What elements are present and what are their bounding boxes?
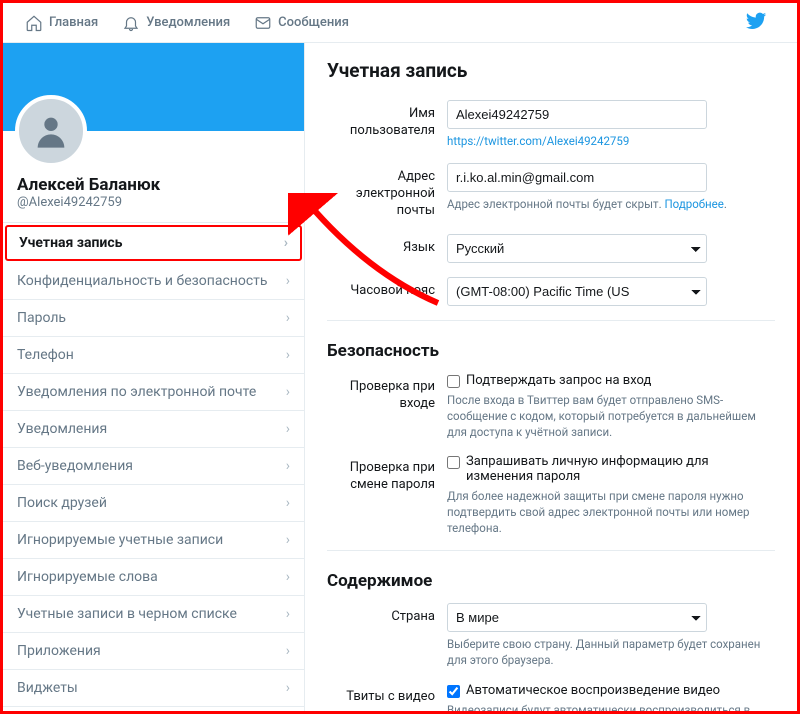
menu-web-notif[interactable]: Веб-уведомления › bbox=[3, 448, 304, 485]
password-verify-check-label: Запрашивать личную информацию для измене… bbox=[466, 454, 775, 484]
country-label: Страна bbox=[327, 603, 447, 626]
security-heading: Безопасность bbox=[327, 341, 775, 361]
twitter-icon bbox=[745, 10, 767, 32]
bell-icon bbox=[122, 14, 140, 32]
chevron-right-icon: › bbox=[286, 421, 290, 437]
country-select[interactable]: В мире bbox=[447, 603, 707, 632]
menu-item-label: Поиск друзей bbox=[17, 495, 107, 511]
content-panel: Учетная запись Имя пользователя https://… bbox=[305, 43, 797, 711]
email-input[interactable] bbox=[447, 163, 707, 192]
profile-header bbox=[3, 43, 304, 131]
nav-notifications-label: Уведомления bbox=[146, 15, 230, 30]
chevron-right-icon: › bbox=[286, 384, 290, 400]
nav-home-label: Главная bbox=[49, 15, 98, 30]
autoplay-check-label: Автоматическое воспроизведение видео bbox=[466, 683, 720, 698]
email-more-link[interactable]: Подробнее bbox=[664, 197, 723, 211]
menu-email-notif[interactable]: Уведомления по электронной почте › bbox=[3, 374, 304, 411]
divider bbox=[327, 550, 775, 551]
nav-home[interactable]: Главная bbox=[13, 14, 110, 32]
video-help: Видеозаписи будут автоматически воспроиз… bbox=[447, 702, 775, 711]
top-navigation: Главная Уведомления Сообщения bbox=[3, 3, 797, 43]
divider bbox=[327, 320, 775, 321]
email-help-text: Адрес электронной почты будет скрыт. bbox=[447, 197, 662, 211]
menu-blocked[interactable]: Учетные записи в черном списке › bbox=[3, 596, 304, 633]
menu-privacy[interactable]: Конфиденциальность и безопасность › bbox=[3, 263, 304, 300]
nav-messages[interactable]: Сообщения bbox=[242, 14, 361, 32]
nav-notifications[interactable]: Уведомления bbox=[110, 14, 242, 32]
mail-icon bbox=[254, 14, 272, 32]
chevron-right-icon: › bbox=[286, 680, 290, 696]
menu-muted-words[interactable]: Игнорируемые слова › bbox=[3, 559, 304, 596]
menu-item-label: Уведомления bbox=[17, 421, 107, 437]
sidebar: Алексей Баланюк @Alexei49242759 Учетная … bbox=[3, 43, 305, 711]
menu-phone[interactable]: Телефон › bbox=[3, 337, 304, 374]
menu-notifications[interactable]: Уведомления › bbox=[3, 411, 304, 448]
menu-item-label: Игнорируемые учетные записи bbox=[17, 532, 223, 548]
menu-item-label: Учетная запись bbox=[19, 235, 122, 251]
timezone-label: Часовой пояс bbox=[327, 277, 447, 300]
menu-item-label: Телефон bbox=[17, 347, 74, 363]
autoplay-checkbox[interactable] bbox=[447, 685, 460, 698]
chevron-right-icon: › bbox=[284, 235, 288, 251]
chevron-right-icon: › bbox=[286, 273, 290, 289]
menu-muted-accounts[interactable]: Игнорируемые учетные записи › bbox=[3, 522, 304, 559]
profile-name: Алексей Баланюк bbox=[17, 175, 292, 195]
menu-item-label: Учетные записи в черном списке bbox=[17, 606, 237, 622]
login-verify-help: После входа в Твиттер вам будет отправле… bbox=[447, 392, 775, 440]
person-icon bbox=[31, 111, 71, 151]
password-verify-checkbox[interactable] bbox=[447, 456, 460, 469]
chevron-right-icon: › bbox=[286, 606, 290, 622]
video-label: Твиты с видео bbox=[327, 683, 447, 706]
profile-url-link[interactable]: https://twitter.com/Alexei49242759 bbox=[447, 134, 629, 148]
menu-item-label: Конфиденциальность и безопасность bbox=[17, 273, 268, 289]
email-label: Адрес электронной почты bbox=[327, 163, 447, 220]
menu-apps[interactable]: Приложения › bbox=[3, 633, 304, 670]
menu-item-label: Игнорируемые слова bbox=[17, 569, 158, 585]
menu-your-data[interactable]: Ваши данные в Твиттере› bbox=[3, 707, 304, 711]
menu-item-label: Веб-уведомления bbox=[17, 458, 133, 474]
twitter-logo[interactable] bbox=[745, 10, 767, 36]
content-heading: Содержимое bbox=[327, 571, 775, 591]
menu-item-label: Пароль bbox=[17, 310, 66, 326]
login-verify-label: Проверка при входе bbox=[327, 373, 447, 413]
chevron-right-icon: › bbox=[286, 495, 290, 511]
chevron-right-icon: › bbox=[286, 532, 290, 548]
chevron-right-icon: › bbox=[286, 347, 290, 363]
home-icon bbox=[25, 14, 43, 32]
country-help: Выберите свою страну. Данный параметр бу… bbox=[447, 636, 775, 668]
login-verify-check-label: Подтверждать запрос на вход bbox=[466, 373, 651, 388]
avatar[interactable] bbox=[15, 95, 87, 167]
chevron-right-icon: › bbox=[286, 569, 290, 585]
login-verify-checkbox[interactable] bbox=[447, 375, 460, 388]
username-input[interactable] bbox=[447, 100, 707, 129]
nav-messages-label: Сообщения bbox=[278, 15, 349, 30]
language-select[interactable]: Русский bbox=[447, 234, 707, 263]
password-verify-label: Проверка при смене пароля bbox=[327, 454, 447, 494]
page-title: Учетная запись bbox=[327, 59, 775, 82]
menu-account[interactable]: Учетная запись › bbox=[5, 225, 302, 261]
menu-find-friends[interactable]: Поиск друзей › bbox=[3, 485, 304, 522]
chevron-right-icon: › bbox=[286, 643, 290, 659]
menu-item-label: Приложения bbox=[17, 643, 101, 659]
settings-menu: Учетная запись › Конфиденциальность и бе… bbox=[3, 222, 304, 711]
menu-widgets[interactable]: Виджеты › bbox=[3, 670, 304, 707]
timezone-select[interactable]: (GMT-08:00) Pacific Time (US bbox=[447, 277, 707, 306]
chevron-right-icon: › bbox=[286, 458, 290, 474]
password-verify-help: Для более надежной защиты при смене паро… bbox=[447, 488, 775, 536]
menu-item-label: Виджеты bbox=[17, 680, 78, 696]
profile-handle: @Alexei49242759 bbox=[17, 195, 292, 210]
menu-item-label: Уведомления по электронной почте bbox=[17, 384, 256, 400]
language-label: Язык bbox=[327, 234, 447, 257]
username-label: Имя пользователя bbox=[327, 100, 447, 140]
chevron-right-icon: › bbox=[286, 310, 290, 326]
menu-password[interactable]: Пароль › bbox=[3, 300, 304, 337]
